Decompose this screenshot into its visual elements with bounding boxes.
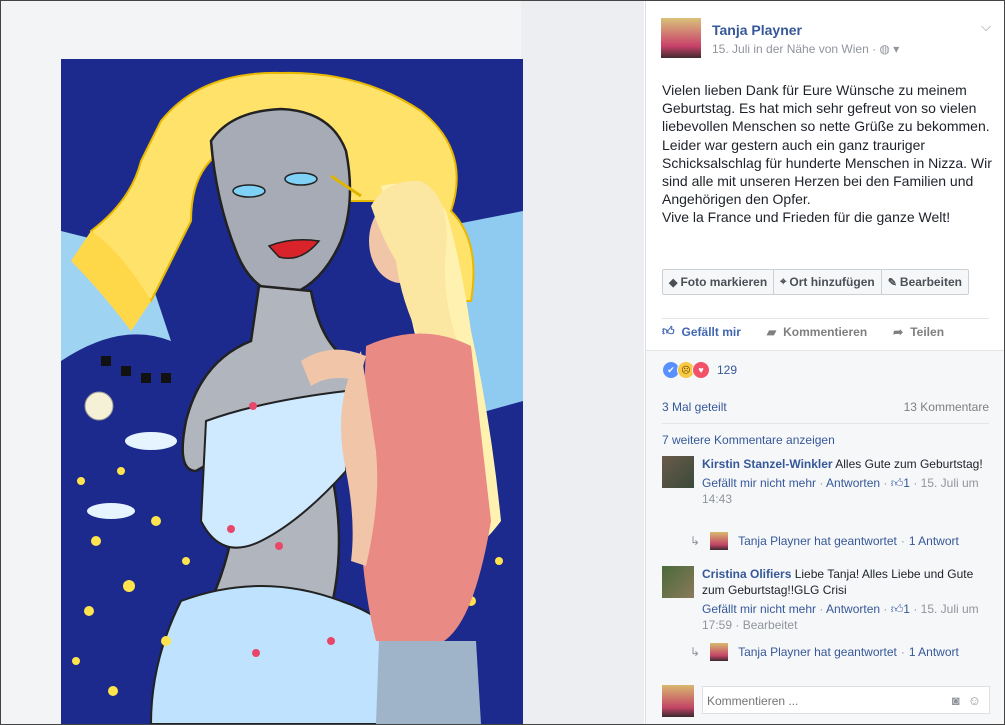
post-paragraph: Vive la France und Frieden für die ganze… bbox=[662, 209, 951, 226]
thumbs-up-icon: 👍︎ bbox=[890, 476, 904, 490]
post-paragraph: Leider war gestern auch ein ganz traurig… bbox=[662, 136, 992, 208]
reply-summary[interactable]: ↳ Tanja Playner hat geantwortet · 1 Antwor… bbox=[690, 532, 959, 550]
comment-icon: ▰ bbox=[766, 324, 777, 339]
post-date[interactable]: 15. Juli in der Nähe von Wien bbox=[712, 42, 869, 56]
comment-text: Alles Gute zum Geburtstag! bbox=[835, 457, 983, 471]
thumbs-up-icon: 👍︎ bbox=[890, 602, 904, 616]
reaction-count: 129 bbox=[717, 363, 738, 377]
reply-avatar bbox=[710, 532, 729, 550]
share-button[interactable]: ➦ Teilen bbox=[893, 324, 944, 339]
reply-summary[interactable]: ↳ Tanja Playner hat geantwortet · 1 Antwor… bbox=[690, 643, 959, 661]
location-pin-icon: ⌖ bbox=[780, 275, 787, 288]
comment-author[interactable]: Cristina Olifiers bbox=[702, 567, 791, 581]
comments-area: ✔ ☹ ♥ 129 3 Mal geteilt 13 Kommentare 7 … bbox=[646, 350, 1004, 724]
reply-summary-text[interactable]: Tanja Playner hat geantwortet bbox=[738, 645, 897, 659]
more-comments-link[interactable]: 7 weitere Kommentare anzeigen bbox=[662, 433, 835, 447]
thumbs-up-icon: 👍︎ bbox=[662, 324, 675, 338]
divider bbox=[662, 318, 989, 319]
add-location-button[interactable]: ⌖ Ort hinzufügen bbox=[774, 270, 882, 294]
camera-icon[interactable]: ◙ bbox=[952, 693, 960, 708]
jeans bbox=[376, 641, 481, 724]
reply-link[interactable]: Antworten bbox=[826, 602, 880, 616]
reply-arrow-icon: ↳ bbox=[690, 534, 701, 548]
post-text: Vielen lieben Dank für Eure Wünsche zu m… bbox=[662, 81, 992, 227]
action-bar: 👍︎ Gefällt mir ▰ Kommentieren ➦ Teilen bbox=[662, 324, 944, 339]
photo[interactable] bbox=[1, 1, 644, 724]
privacy-dropdown-icon[interactable]: ▾ bbox=[893, 42, 899, 56]
reactions-summary[interactable]: ✔ ☹ ♥ 129 bbox=[662, 361, 737, 379]
author-avatar[interactable] bbox=[661, 18, 701, 58]
comment-author[interactable]: Kirstin Stanzel-Winkler bbox=[702, 457, 833, 471]
chevron-down-icon[interactable]: ⌵ bbox=[981, 19, 991, 35]
comment-body: Kirstin Stanzel-Winkler Alles Gute zum G… bbox=[702, 456, 992, 507]
photo-image bbox=[1, 1, 644, 724]
edit-button[interactable]: ✎ Bearbeiten bbox=[882, 270, 968, 294]
tag-icon: ◆ bbox=[669, 276, 678, 289]
commenter-avatar[interactable] bbox=[662, 456, 694, 488]
reply-avatar bbox=[710, 643, 729, 661]
comment-composer: ◙ ☺ bbox=[662, 685, 992, 717]
reply-summary-text[interactable]: Tanja Playner hat geantwortet bbox=[738, 534, 897, 548]
globe-icon: ◍ bbox=[879, 42, 890, 56]
post-panel: Tanja Playner 15. Juli in der Nähe von W… bbox=[645, 1, 1004, 724]
comment-meta: Gefällt mir nicht mehr · Antworten · 👍︎1… bbox=[702, 602, 979, 632]
post-paragraph: Vielen lieben Dank für Eure Wünsche zu m… bbox=[662, 82, 990, 135]
photo-actions: ◆ Foto markieren ⌖ Ort hinzufügen ✎ Bearbei… bbox=[662, 269, 969, 295]
pink-shirt bbox=[360, 333, 491, 646]
share-icon: ➦ bbox=[893, 324, 904, 339]
love-reaction-icon: ♥ bbox=[692, 361, 710, 379]
photo-viewer: Tanja Playner 15. Juli in der Nähe von W… bbox=[0, 0, 1005, 725]
unlike-link[interactable]: Gefällt mir nicht mehr bbox=[702, 602, 816, 616]
reply-arrow-icon: ↳ bbox=[690, 645, 701, 659]
unlike-link[interactable]: Gefällt mir nicht mehr bbox=[702, 476, 816, 490]
comment-input[interactable] bbox=[707, 694, 937, 708]
viewer-avatar bbox=[662, 685, 694, 717]
emoji-icon[interactable]: ☺ bbox=[968, 693, 981, 708]
comment-meta: Gefällt mir nicht mehr · Antworten · 👍︎1… bbox=[702, 476, 979, 506]
like-button[interactable]: 👍︎ Gefällt mir bbox=[662, 324, 741, 339]
comment-like-count[interactable]: 1 bbox=[903, 476, 910, 490]
comment-input-box[interactable]: ◙ ☺ bbox=[702, 686, 990, 714]
comments-count[interactable]: 13 Kommentare bbox=[904, 400, 989, 414]
divider bbox=[662, 423, 989, 424]
reply-count[interactable]: 1 Antwort bbox=[909, 645, 959, 659]
reply-count[interactable]: 1 Antwort bbox=[909, 534, 959, 548]
author-name[interactable]: Tanja Playner bbox=[712, 22, 802, 38]
comment-like-count[interactable]: 1 bbox=[903, 602, 910, 616]
reply-link[interactable]: Antworten bbox=[826, 476, 880, 490]
comment-body: Cristina Olifiers Liebe Tanja! Alles Lie… bbox=[702, 566, 992, 633]
comment-button[interactable]: ▰ Kommentieren bbox=[767, 324, 867, 339]
pencil-icon: ✎ bbox=[887, 276, 897, 289]
post-stats: 3 Mal geteilt 13 Kommentare bbox=[662, 400, 989, 414]
post-meta: 15. Juli in der Nähe von Wien · ◍ ▾ bbox=[712, 42, 900, 56]
edited-label[interactable]: Bearbeitet bbox=[743, 618, 798, 632]
commenter-avatar[interactable] bbox=[662, 566, 694, 598]
tag-photo-button[interactable]: ◆ Foto markieren bbox=[663, 270, 775, 294]
shares-link[interactable]: 3 Mal geteilt bbox=[662, 400, 727, 414]
